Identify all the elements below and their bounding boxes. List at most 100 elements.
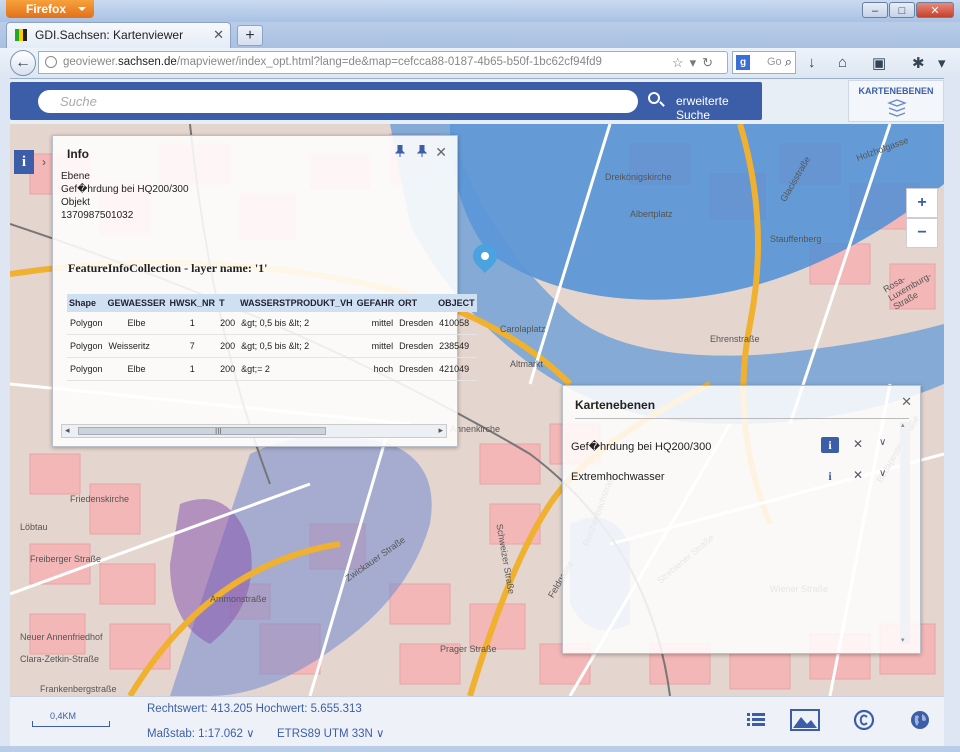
- close-window-button[interactable]: ✕: [916, 2, 954, 18]
- scale-bar: [32, 721, 110, 727]
- browser-search-input[interactable]: Go: [767, 56, 782, 68]
- reload-icon[interactable]: ↻: [702, 55, 719, 70]
- browser-search-box[interactable]: g Go ⌕: [732, 51, 796, 74]
- street-label: Dreikönigskirche: [605, 172, 672, 182]
- divider: [575, 418, 909, 419]
- column-header: Shape: [67, 294, 106, 312]
- layers-button[interactable]: KARTENEBENEN: [848, 80, 944, 122]
- minimize-button[interactable]: –: [862, 2, 888, 18]
- scroll-left-icon[interactable]: ◂: [65, 425, 70, 436]
- url-bar[interactable]: geoviewer.sachsen.de/mapviewer/index_opt…: [38, 51, 728, 74]
- table-cell: Elbe: [105, 357, 168, 381]
- layers-panel: Kartenebenen ✕ Gef�hrdung bei HQ200/300 …: [562, 385, 921, 654]
- home-icon[interactable]: ⌂: [838, 54, 847, 71]
- column-header: OBJECT: [436, 294, 477, 312]
- advanced-search-link[interactable]: erweiterte Suche: [676, 94, 762, 122]
- info-line: Ebene: [61, 171, 90, 182]
- close-tab-icon[interactable]: ✕: [213, 27, 224, 43]
- url-actions[interactable]: ☆▾↻: [672, 55, 719, 71]
- coordinate-readout: Rechtswert: 413.205 Hochwert: 5.655.313: [147, 703, 362, 715]
- table-cell: 421049: [436, 357, 477, 381]
- scrollbar-thumb[interactable]: III: [78, 427, 326, 436]
- table-cell: &gt; 0,5 bis &lt; 2: [238, 334, 355, 358]
- list-icon[interactable]: [747, 711, 765, 727]
- layer-item[interactable]: Gef�hrdung bei HQ200/300 i ✕ ∨: [571, 436, 901, 458]
- magnifier-icon[interactable]: ⌕: [785, 54, 792, 70]
- back-button[interactable]: ←: [10, 50, 36, 76]
- remove-icon[interactable]: ✕: [853, 437, 863, 451]
- search-input[interactable]: Suche: [60, 94, 97, 109]
- table-cell: 1: [167, 357, 218, 381]
- crs-select[interactable]: ETRS89 UTM 33N ∨: [277, 726, 384, 740]
- street-label: Clara-Zetkin-Straße: [20, 654, 100, 664]
- street-label: Friedenskirche: [70, 494, 130, 504]
- info-icon[interactable]: i: [821, 468, 839, 484]
- table-cell: 200: [217, 312, 239, 335]
- crs-select-value: ETRS89 UTM 33N: [277, 728, 373, 740]
- chevron-down-icon[interactable]: ∨: [879, 468, 886, 479]
- url-text[interactable]: geoviewer.sachsen.de/mapviewer/index_opt…: [63, 56, 602, 68]
- scroll-down-icon[interactable]: ▾: [901, 636, 905, 644]
- maximize-button[interactable]: □: [889, 2, 915, 18]
- dropdown-arrow-icon[interactable]: ▾: [690, 55, 703, 70]
- info-line: Objekt: [61, 197, 90, 208]
- menu-arrow-icon[interactable]: ▾: [938, 54, 946, 72]
- window-titlebar: Firefox – □ ✕: [0, 0, 960, 22]
- zoom-out-button[interactable]: −: [906, 218, 938, 248]
- print-icon[interactable]: [417, 145, 427, 157]
- close-icon[interactable]: ✕: [901, 394, 912, 410]
- download-icon[interactable]: ↓: [808, 54, 816, 71]
- table-cell: hoch: [354, 357, 397, 381]
- tab-bar: GDI.Sachsen: Kartenviewer ✕ +: [0, 22, 960, 48]
- new-tab-button[interactable]: +: [237, 25, 263, 46]
- street-label: Frankenbergstraße: [40, 684, 117, 694]
- basemap-icon[interactable]: [790, 709, 820, 731]
- scroll-up-icon[interactable]: ▴: [901, 421, 905, 429]
- table-cell: 1: [167, 312, 218, 335]
- scrollbar-grip: III: [215, 427, 222, 436]
- scroll-right-icon[interactable]: ▸: [438, 425, 443, 436]
- table-row: Polygon Elbe 1 200 &gt; 0,5 bis &lt; 2 m…: [67, 312, 477, 335]
- frame-right: [944, 78, 960, 746]
- sachsen-favicon-icon: [15, 29, 27, 41]
- chevron-down-icon[interactable]: ∨: [879, 437, 886, 448]
- zoom-in-button[interactable]: +: [906, 188, 938, 218]
- info-body: Ebene Gef�hrdung bei HQ200/300 Objekt 13…: [61, 170, 189, 222]
- search-icon[interactable]: [648, 92, 660, 104]
- street-label: Neuer Annenfriedhof: [20, 632, 103, 642]
- horizontal-scrollbar[interactable]: ◂ III ▸: [61, 424, 447, 438]
- table-cell: mittel: [354, 334, 397, 358]
- table-cell: Dresden: [396, 312, 437, 335]
- close-icon[interactable]: ✕: [435, 144, 447, 161]
- table-row: Polygon Weisseritz 7 200 &gt; 0,5 bis &l…: [67, 334, 477, 358]
- street-label: Freiberger Straße: [30, 554, 102, 564]
- navigation-bar: ← geoviewer.sachsen.de/mapviewer/index_o…: [0, 48, 960, 79]
- pin-icon[interactable]: [395, 145, 405, 157]
- table-cell: Dresden: [396, 357, 437, 381]
- firefox-menu-button[interactable]: Firefox: [6, 0, 94, 18]
- vertical-scrollbar[interactable]: ▴ ▾: [900, 422, 910, 644]
- info-tool-icon[interactable]: i: [14, 150, 34, 174]
- column-header: GEWAESSER: [105, 294, 168, 312]
- feature-collection-title: FeatureInfoCollection - layer name: '1': [68, 261, 268, 275]
- copyright-icon[interactable]: [853, 709, 875, 731]
- google-icon[interactable]: g: [736, 55, 750, 70]
- scale-select-value: Maßstab: 1:17.062: [147, 728, 243, 740]
- tab-kartenviewer[interactable]: GDI.Sachsen: Kartenviewer ✕: [6, 22, 231, 48]
- layer-item[interactable]: Extremhochwasser i ✕ ∨: [571, 467, 901, 489]
- scale-select[interactable]: Maßstab: 1:17.062 ∨: [147, 726, 255, 740]
- search-field[interactable]: Suche: [38, 90, 638, 113]
- status-footer: 0,4KM Rechtswert: 413.205 Hochwert: 5.65…: [10, 696, 944, 747]
- info-icon[interactable]: i: [821, 437, 839, 453]
- frame-bottom: [0, 746, 960, 752]
- addon-icon[interactable]: ✱: [912, 54, 925, 72]
- globe-icon[interactable]: [910, 710, 930, 730]
- remove-icon[interactable]: ✕: [853, 468, 863, 482]
- table-cell: 238549: [436, 334, 477, 358]
- street-label: Löbtau: [20, 522, 48, 532]
- column-header: WASSERSTPRODUKT_VH: [238, 294, 355, 312]
- screenshot-icon[interactable]: ▣: [872, 54, 886, 72]
- frame-left: [0, 78, 10, 746]
- chevron-right-icon[interactable]: ›: [42, 155, 46, 169]
- bookmark-star-icon[interactable]: ☆: [672, 55, 690, 70]
